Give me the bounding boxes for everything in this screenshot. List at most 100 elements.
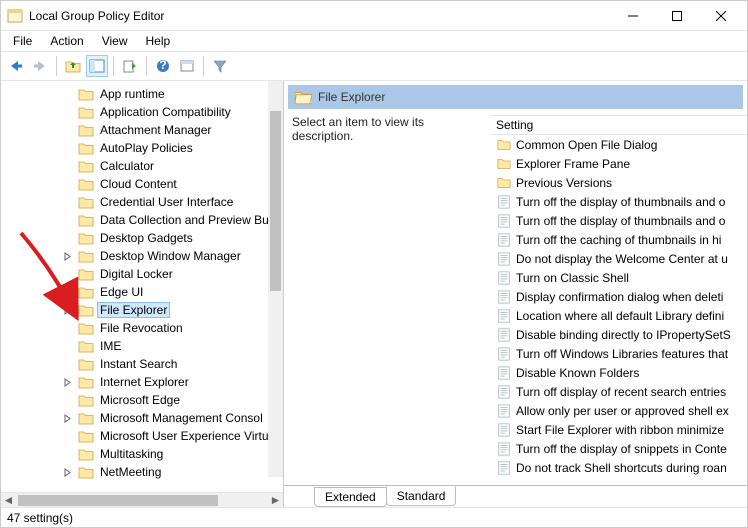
list-item[interactable]: Turn off Windows Libraries features that <box>490 344 747 363</box>
policy-icon <box>496 385 512 399</box>
tree-item[interactable]: IME <box>1 337 283 355</box>
list-item-label: Turn off the display of thumbnails and o <box>516 195 725 209</box>
folder-open-icon <box>294 89 312 105</box>
help-button[interactable]: ? <box>152 55 174 77</box>
toolbar-divider <box>113 56 114 76</box>
tree-item[interactable]: AutoPlay Policies <box>1 139 283 157</box>
expand-icon[interactable] <box>63 414 77 423</box>
tree-item[interactable]: App runtime <box>1 85 283 103</box>
folder-icon <box>496 138 512 152</box>
list-item-label: Common Open File Dialog <box>516 138 657 152</box>
menu-file[interactable]: File <box>5 32 40 50</box>
list-item[interactable]: Turn off display of recent search entrie… <box>490 382 747 401</box>
tree-item[interactable]: Credential User Interface <box>1 193 283 211</box>
list-item[interactable]: Turn off the display of snippets in Cont… <box>490 439 747 458</box>
tree-item-label: Cloud Content <box>97 176 180 192</box>
menu-action[interactable]: Action <box>42 32 91 50</box>
tree-vertical-scrollbar[interactable] <box>268 81 283 477</box>
tree-item[interactable]: Attachment Manager <box>1 121 283 139</box>
list-item-label: Start File Explorer with ribbon minimize <box>516 423 724 437</box>
folder-icon <box>78 249 94 263</box>
tree-item[interactable]: Instant Search <box>1 355 283 373</box>
policy-icon <box>496 328 512 342</box>
tree-item[interactable]: Microsoft Management Consol <box>1 409 283 427</box>
expand-icon[interactable] <box>63 306 77 315</box>
tree-item[interactable]: File Explorer <box>1 301 283 319</box>
tree-item[interactable]: Multitasking <box>1 445 283 463</box>
tree-item[interactable]: File Revocation <box>1 319 283 337</box>
policy-icon <box>496 252 512 266</box>
list-item[interactable]: Allow only per user or approved shell ex <box>490 401 747 420</box>
list-item[interactable]: Do not track Shell shortcuts during roan <box>490 458 747 477</box>
settings-list: Setting Common Open File Dialog Explorer … <box>490 115 747 484</box>
list-item[interactable]: Common Open File Dialog <box>490 135 747 154</box>
tree-pane: App runtimeApplication CompatibilityAtta… <box>1 81 284 507</box>
back-button[interactable] <box>5 55 27 77</box>
tree-item[interactable]: Desktop Window Manager <box>1 247 283 265</box>
list-item[interactable]: Turn off the display of thumbnails and o <box>490 211 747 230</box>
expand-icon[interactable] <box>63 468 77 477</box>
list-item[interactable]: Turn off the caching of thumbnails in hi <box>490 230 747 249</box>
close-button[interactable] <box>699 2 743 30</box>
tree-item-label: Credential User Interface <box>97 194 236 210</box>
list-item[interactable]: Do not display the Welcome Center at u <box>490 249 747 268</box>
policy-icon <box>496 290 512 304</box>
list-item-label: Do not display the Welcome Center at u <box>516 252 728 266</box>
list-item-label: Turn on Classic Shell <box>516 271 629 285</box>
tab-extended[interactable]: Extended <box>314 487 387 507</box>
list-item[interactable]: Explorer Frame Pane <box>490 154 747 173</box>
tree-item-label: Desktop Window Manager <box>97 248 244 264</box>
title-bar: Local Group Policy Editor <box>1 1 747 31</box>
list-item-label: Turn off the caching of thumbnails in hi <box>516 233 721 247</box>
show-hide-tree-button[interactable] <box>86 55 108 77</box>
list-item[interactable]: Start File Explorer with ribbon minimize <box>490 420 747 439</box>
tab-standard[interactable]: Standard <box>386 486 457 506</box>
list-item[interactable]: Turn off the display of thumbnails and o <box>490 192 747 211</box>
tree-item[interactable]: Microsoft User Experience Virtu <box>1 427 283 445</box>
tree-item[interactable]: Microsoft Edge <box>1 391 283 409</box>
expand-icon[interactable] <box>63 252 77 261</box>
list-item[interactable]: Location where all default Library defin… <box>490 306 747 325</box>
tree-item-label: Data Collection and Preview Bu <box>97 212 272 228</box>
toolbar-divider <box>203 56 204 76</box>
maximize-button[interactable] <box>655 2 699 30</box>
tree-item[interactable]: Data Collection and Preview Bu <box>1 211 283 229</box>
folder-icon <box>78 87 94 101</box>
toolbar-divider <box>56 56 57 76</box>
column-header-setting[interactable]: Setting <box>490 115 747 135</box>
tree-item[interactable]: Digital Locker <box>1 265 283 283</box>
tree-item[interactable]: Desktop Gadgets <box>1 229 283 247</box>
tree-item[interactable]: Application Compatibility <box>1 103 283 121</box>
list-item[interactable]: Display confirmation dialog when deleti <box>490 287 747 306</box>
list-item-label: Do not track Shell shortcuts during roan <box>516 461 727 475</box>
list-item[interactable]: Previous Versions <box>490 173 747 192</box>
tree-item[interactable]: Calculator <box>1 157 283 175</box>
status-text: 47 setting(s) <box>7 511 73 525</box>
tree-item[interactable]: Cloud Content <box>1 175 283 193</box>
menu-view[interactable]: View <box>94 32 136 50</box>
tree-item[interactable]: Edge UI <box>1 283 283 301</box>
tree-horizontal-scrollbar[interactable]: ◄► <box>1 492 283 507</box>
export-list-button[interactable] <box>119 55 141 77</box>
details-pane: File Explorer Select an item to view its… <box>284 81 747 507</box>
list-item-label: Turn off the display of thumbnails and o <box>516 214 725 228</box>
minimize-button[interactable] <box>611 2 655 30</box>
tree-item-label: Multitasking <box>97 446 166 462</box>
expand-icon[interactable] <box>63 378 77 387</box>
folder-icon <box>78 285 94 299</box>
list-item-label: Allow only per user or approved shell ex <box>516 404 729 418</box>
policy-icon <box>496 309 512 323</box>
up-one-level-button[interactable] <box>62 55 84 77</box>
properties-button[interactable] <box>176 55 198 77</box>
list-item[interactable]: Disable Known Folders <box>490 363 747 382</box>
filter-button[interactable] <box>209 55 231 77</box>
forward-button[interactable] <box>29 55 51 77</box>
tree-item[interactable]: Internet Explorer <box>1 373 283 391</box>
view-tabs: Extended Standard <box>284 485 747 507</box>
menu-help[interactable]: Help <box>138 32 179 50</box>
list-item[interactable]: Turn on Classic Shell <box>490 268 747 287</box>
folder-icon <box>78 159 94 173</box>
tree-item[interactable]: NetMeeting <box>1 463 283 481</box>
list-item[interactable]: Disable binding directly to IPropertySet… <box>490 325 747 344</box>
app-icon <box>7 8 23 24</box>
